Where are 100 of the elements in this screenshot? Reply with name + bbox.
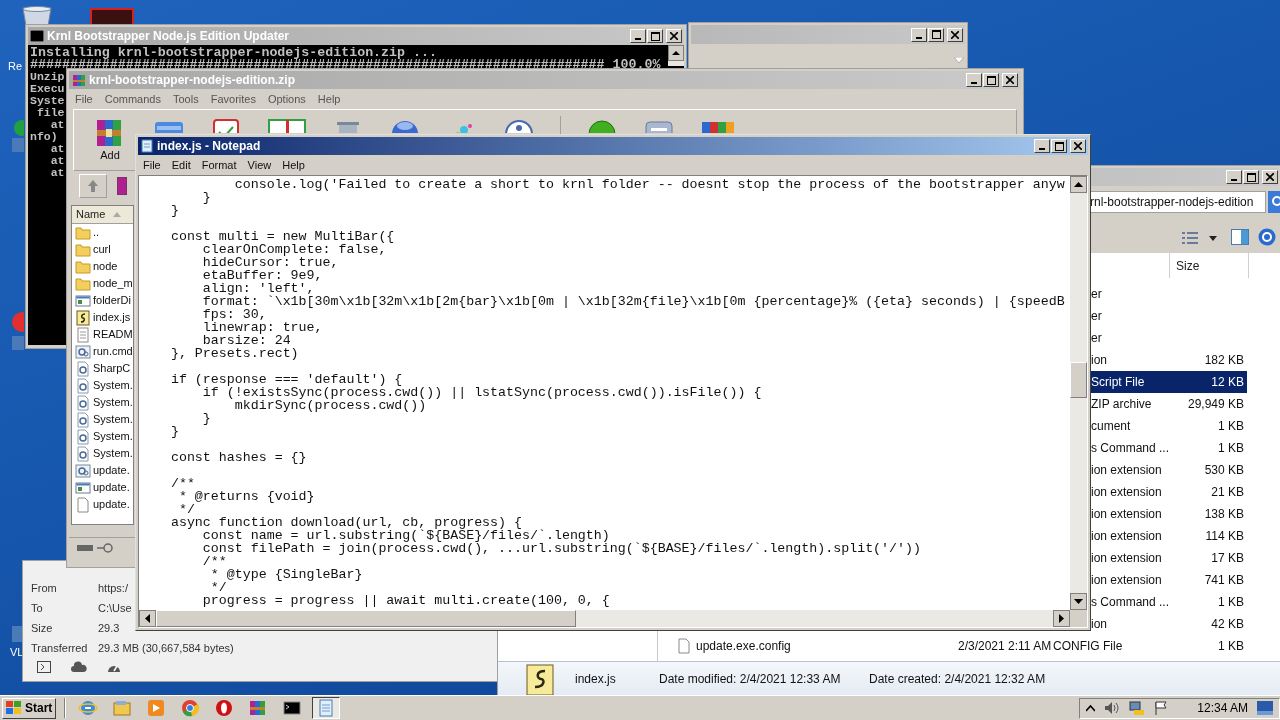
book-icon[interactable] xyxy=(267,116,307,133)
scroll-down-icon[interactable] xyxy=(1070,593,1087,610)
desktop-icon-label[interactable]: VL xyxy=(10,644,24,661)
list-row[interactable]: ZIP archive 29,949 KB xyxy=(1091,393,1247,415)
archive-entry[interactable]: System. xyxy=(72,445,133,462)
archive-entry[interactable]: .. xyxy=(72,224,133,241)
console-line: ######################################################################## 100.0% xyxy=(30,59,661,71)
list-row[interactable]: er xyxy=(1091,305,1247,327)
archive-entry[interactable]: READM xyxy=(72,326,133,343)
maximize-button[interactable] xyxy=(647,29,663,43)
maximize-button[interactable] xyxy=(928,27,944,42)
close-button[interactable] xyxy=(1002,73,1018,87)
dropdown-arrow-icon[interactable] xyxy=(1209,236,1217,241)
archive-entry[interactable]: node_m xyxy=(72,275,133,292)
size-cell-text: 17 KB xyxy=(1211,550,1244,567)
close-button[interactable] xyxy=(947,27,963,42)
menu-item[interactable]: View xyxy=(247,156,272,174)
entry-name: node xyxy=(93,259,118,275)
maximize-button[interactable] xyxy=(983,73,999,87)
taskbar-button[interactable] xyxy=(312,697,341,719)
archive-entry[interactable]: index.js xyxy=(72,309,133,326)
archive-entry[interactable]: System. xyxy=(72,377,133,394)
chevron-up-icon[interactable] xyxy=(1086,704,1096,712)
entry-name: System. xyxy=(93,395,133,411)
menu-item[interactable]: Favorites xyxy=(210,90,256,108)
menu-item[interactable]: Tools xyxy=(173,90,199,108)
list-row[interactable]: ion extension 741 KB xyxy=(1091,569,1247,591)
column-header[interactable]: Size xyxy=(1169,253,1249,278)
list-row[interactable]: er xyxy=(1091,327,1247,349)
network-icon[interactable] xyxy=(1129,701,1146,715)
size-grip[interactable] xyxy=(1070,610,1087,627)
scroll-thumb[interactable] xyxy=(156,610,576,627)
archive-entry[interactable]: update. xyxy=(72,496,133,513)
start-button[interactable]: Start xyxy=(2,697,57,719)
list-row[interactable]: ion extension 21 KB xyxy=(1091,481,1247,503)
scroll-left-icon[interactable] xyxy=(139,610,156,627)
minimize-button[interactable] xyxy=(630,29,646,43)
archive-entry[interactable]: node xyxy=(72,258,133,275)
menu-item[interactable]: Commands xyxy=(104,90,161,108)
console-line: at xyxy=(49,119,65,131)
menu-item[interactable]: Options xyxy=(267,90,306,108)
cloud-icon[interactable] xyxy=(71,661,87,673)
archive-entry[interactable]: folderDi xyxy=(72,292,133,309)
column-header[interactable]: Name xyxy=(72,206,133,224)
minimize-button[interactable] xyxy=(1226,170,1242,184)
add-button[interactable]: Add xyxy=(92,116,128,162)
menu-item[interactable]: Format xyxy=(201,156,237,174)
list-row[interactable]: ion extension 530 KB xyxy=(1091,459,1247,481)
maximize-button[interactable] xyxy=(1243,170,1259,184)
speaker-icon[interactable] xyxy=(1104,701,1121,715)
list-row[interactable]: ion extension 114 KB xyxy=(1091,525,1247,547)
vertical-scrollbar[interactable] xyxy=(1070,176,1087,610)
help-icon[interactable] xyxy=(1258,228,1276,246)
type-cell-text: CONFIG File xyxy=(1053,638,1124,655)
scroll-thumb[interactable] xyxy=(1070,362,1087,398)
archive-entry[interactable]: curl xyxy=(72,241,133,258)
entry-name: node_m xyxy=(93,276,133,292)
archive-entry[interactable]: System. xyxy=(72,428,133,445)
list-row[interactable]: Script File 12 KB xyxy=(1091,371,1247,393)
close-button[interactable] xyxy=(1262,170,1278,184)
list-row[interactable]: ion extension 138 KB xyxy=(1091,503,1247,525)
desktop-icon-label[interactable]: Re xyxy=(8,58,23,75)
scroll-right-icon[interactable] xyxy=(1053,610,1070,627)
menu-item[interactable]: Help xyxy=(282,156,305,174)
up-folder-button[interactable] xyxy=(79,174,107,198)
console-icon[interactable] xyxy=(37,661,51,673)
list-row[interactable]: ion 182 KB xyxy=(1091,349,1247,371)
clock[interactable]: 12:34 AM xyxy=(1197,699,1248,717)
close-button[interactable] xyxy=(666,29,682,43)
view-list-icon[interactable] xyxy=(1182,231,1198,245)
list-row[interactable]: s Command ... 1 KB xyxy=(1091,437,1247,459)
scrollbar[interactable] xyxy=(668,45,684,66)
archive-entry[interactable]: update. xyxy=(72,462,133,479)
menu-item[interactable]: Edit xyxy=(171,156,191,174)
list-row[interactable]: cument 1 KB xyxy=(1091,415,1247,437)
scroll-up-icon[interactable] xyxy=(1070,176,1087,193)
archive-entry[interactable]: System. xyxy=(72,394,133,411)
menu-item[interactable]: File xyxy=(143,156,161,174)
preview-pane-icon[interactable] xyxy=(1231,229,1249,245)
menu-item[interactable]: Help xyxy=(317,90,341,108)
list-row[interactable]: ion extension 17 KB xyxy=(1091,547,1247,569)
maximize-button[interactable] xyxy=(1051,139,1067,153)
clipboard-icon[interactable] xyxy=(210,116,242,133)
list-row[interactable]: s Command ... 1 KB xyxy=(1091,591,1247,613)
menu-item[interactable]: File xyxy=(75,90,93,108)
minimize-button[interactable] xyxy=(966,73,982,87)
archive-entry[interactable]: update. xyxy=(72,479,133,496)
archive-entry[interactable]: run.cmd xyxy=(72,343,133,360)
scroll-up-icon[interactable] xyxy=(668,45,684,61)
gear-file-icon xyxy=(75,411,91,428)
horizontal-scrollbar[interactable] xyxy=(139,610,1070,627)
flag-icon[interactable] xyxy=(1154,701,1169,715)
archive-entry[interactable]: SharpC xyxy=(72,360,133,377)
minimize-button[interactable] xyxy=(1034,139,1050,153)
list-row[interactable]: ion 42 KB xyxy=(1091,613,1247,635)
minimize-button[interactable] xyxy=(911,27,927,42)
list-row[interactable]: er xyxy=(1091,283,1247,305)
archive-entry[interactable]: System. xyxy=(72,411,133,428)
close-button[interactable] xyxy=(1070,139,1086,153)
address-field[interactable]: rnl-bootstrapper-nodejs-edition xyxy=(1088,191,1266,213)
